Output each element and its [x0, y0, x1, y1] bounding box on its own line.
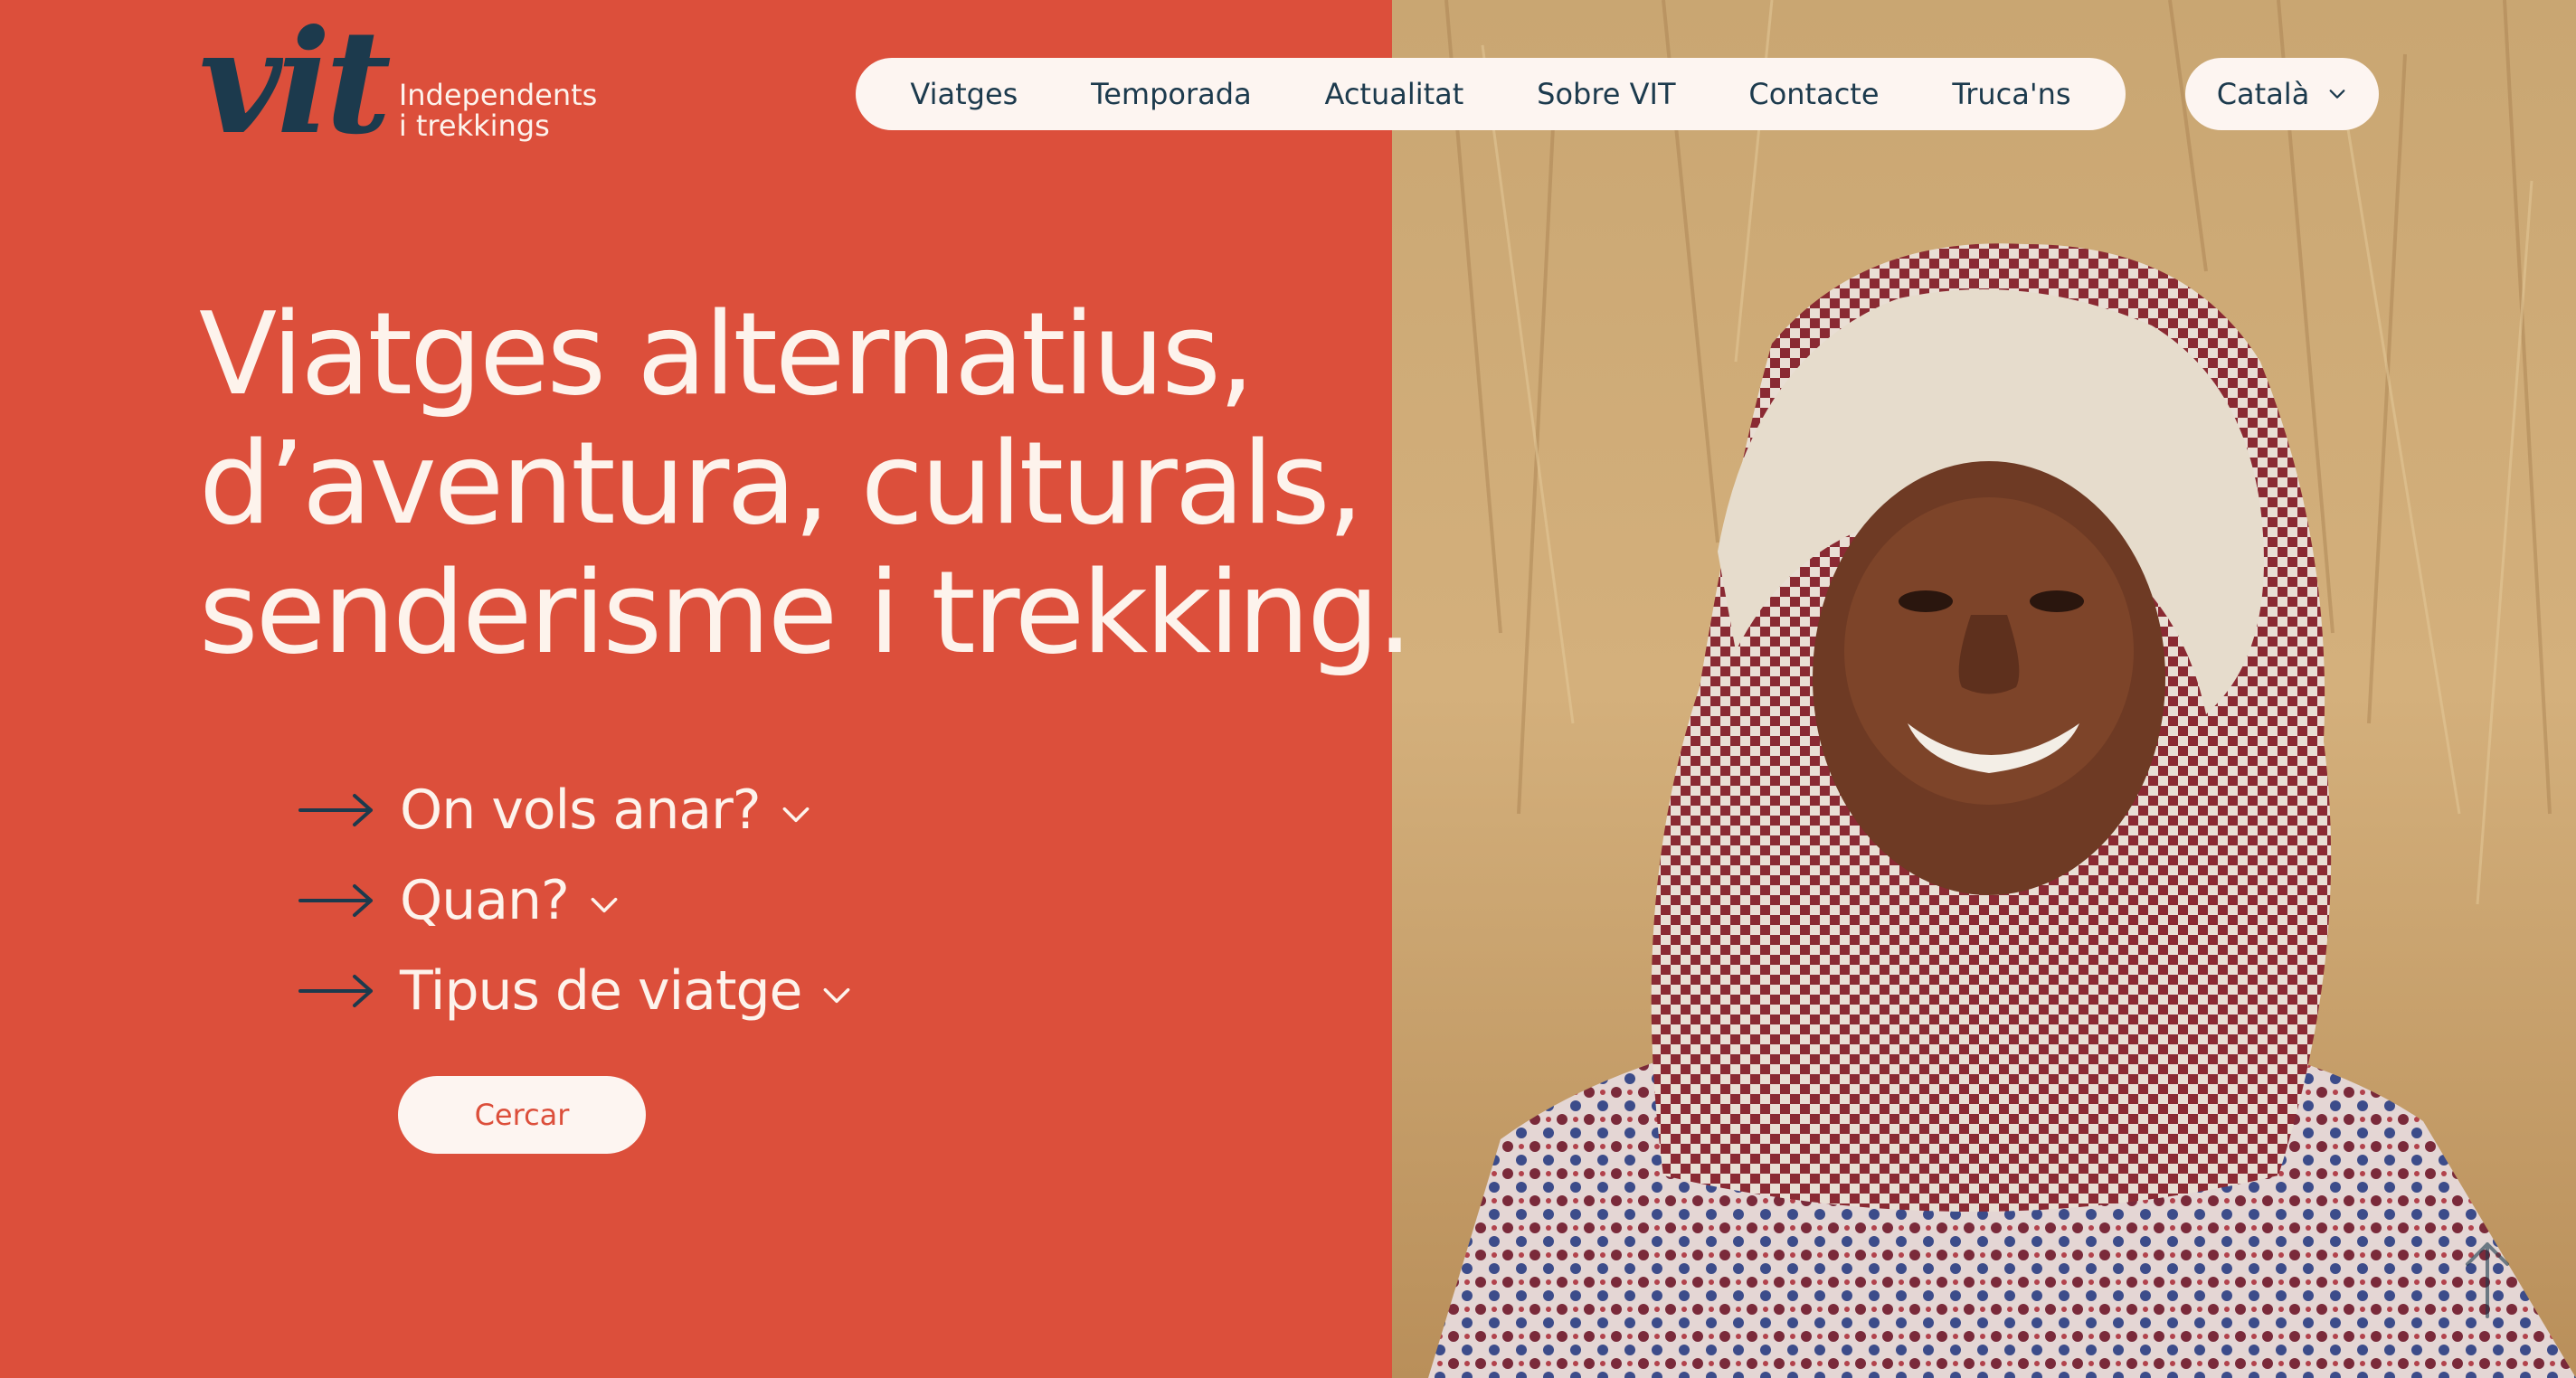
language-select[interactable]: Català	[2185, 58, 2379, 130]
chevron-down-icon	[2329, 90, 2345, 99]
search-button[interactable]: Cercar	[398, 1076, 646, 1154]
nav-item-contacte[interactable]: Contacte	[1748, 77, 1879, 111]
trip-filters: On vols anar? Quan? Tipus de viatge	[298, 765, 854, 1036]
nav-item-sobre-vit[interactable]: Sobre VIT	[1537, 77, 1675, 111]
chevron-down-icon	[824, 987, 850, 1004]
hero-photo	[1392, 0, 2576, 1378]
nav-item-trucans[interactable]: Truca'ns	[1952, 77, 2070, 111]
arrow-up-icon[interactable]	[2460, 1239, 2514, 1320]
logo-mark: vit	[199, 0, 392, 166]
hero-headline: Viatges alternatius, d’aventura, cultura…	[199, 288, 1413, 679]
filter-trip-type[interactable]: Tipus de viatge	[298, 946, 854, 1036]
arrow-right-icon	[298, 975, 373, 1007]
chevron-down-icon	[591, 897, 618, 913]
hero-photo-illustration	[1392, 0, 2576, 1378]
logo-tagline-line2: i trekkings	[398, 109, 550, 143]
page: vit Independents i trekkings Viatges Tem…	[0, 0, 2576, 1378]
left-panel	[0, 0, 1392, 1378]
language-select-value: Català	[2216, 77, 2310, 111]
filter-trip-type-label: Tipus de viatge	[400, 959, 802, 1023]
main-navigation: Viatges Temporada Actualitat Sobre VIT C…	[856, 58, 2126, 130]
arrow-right-icon	[298, 884, 373, 917]
nav-item-viatges[interactable]: Viatges	[910, 77, 1018, 111]
nav-item-actualitat[interactable]: Actualitat	[1324, 77, 1463, 111]
filter-date[interactable]: Quan?	[298, 855, 854, 946]
site-logo[interactable]: vit Independents i trekkings	[199, 0, 598, 166]
hero-headline-line2: d’aventura, culturals,	[199, 417, 1364, 550]
logo-tagline: Independents i trekkings	[399, 80, 598, 141]
logo-tagline-line1: Independents	[398, 78, 598, 112]
filter-date-label: Quan?	[400, 869, 570, 932]
chevron-down-icon	[782, 807, 810, 823]
hero-headline-line3: senderisme i trekking.	[199, 546, 1413, 679]
arrow-right-icon	[298, 794, 373, 826]
nav-item-temporada[interactable]: Temporada	[1091, 77, 1252, 111]
filter-destination-label: On vols anar?	[400, 779, 762, 842]
filter-destination[interactable]: On vols anar?	[298, 765, 854, 855]
hero-headline-line1: Viatges alternatius,	[199, 288, 1255, 420]
